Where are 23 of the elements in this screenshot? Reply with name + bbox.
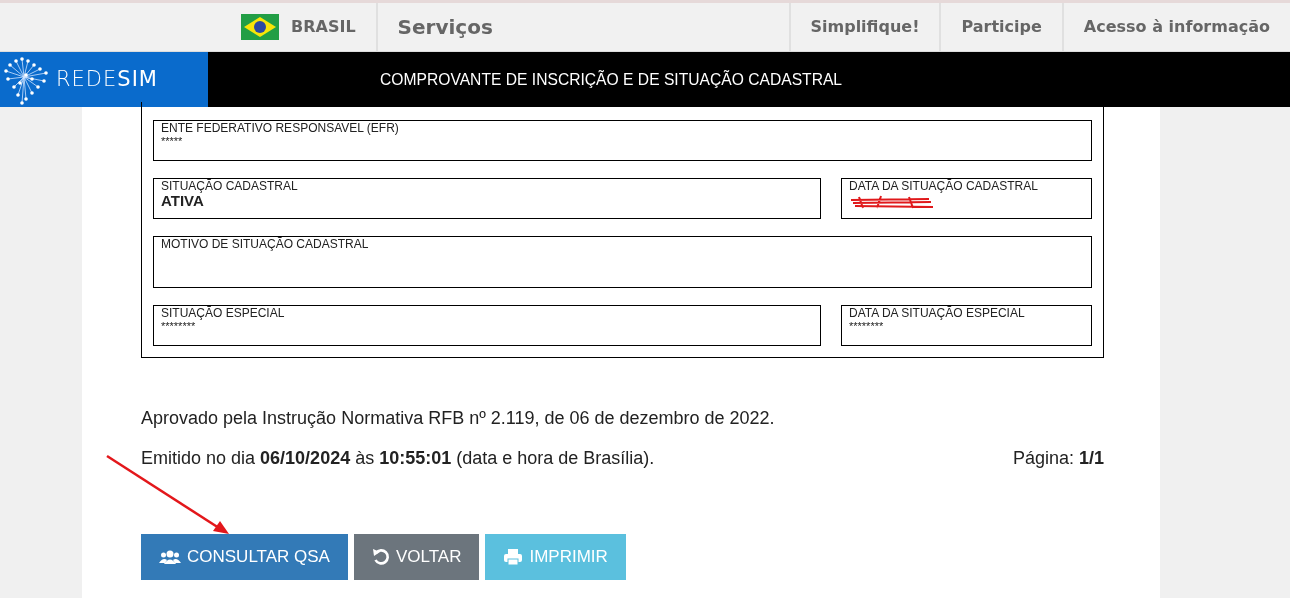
field-label: MOTIVO DE SITUAÇÃO CADASTRAL (161, 238, 370, 251)
country-link[interactable]: BRASIL (291, 15, 356, 39)
approval-text: Aprovado pela Instrução Normativa RFB nº 2.119, de 06 de dezembro de 2022. (141, 407, 776, 430)
field-value: ******** (849, 320, 885, 333)
field-value: ******** (161, 320, 197, 333)
field-label: DATA DA SITUAÇÃO ESPECIAL (849, 307, 1026, 320)
field-label: SITUAÇÃO CADASTRAL (161, 180, 299, 193)
printer-icon (503, 548, 524, 566)
people-icon (159, 549, 181, 565)
issued-text: Emitido no dia 06/10/2024 às 10:55:01 (data e hora de Brasília). (141, 447, 655, 470)
page-title: COMPROVANTE DE INSCRIÇÃO E DE SITUAÇÃO CADASTRAL (379, 68, 843, 91)
query-button[interactable]: CONSULTAR QSA (141, 534, 348, 580)
back-button[interactable]: VOLTAR (353, 534, 480, 580)
page-number: Página: 1/1 (1012, 447, 1104, 470)
field-label: DATA DA SITUAÇÃO CADASTRAL (849, 180, 1039, 193)
field-label: SITUAÇÃO ESPECIAL (161, 307, 286, 320)
field-value: ***** (161, 135, 184, 148)
map-dots-icon (2, 54, 50, 105)
undo-icon (371, 548, 390, 566)
field-label: ENTE FEDERATIVO RESPONSAVEL (EFR) (161, 122, 400, 135)
field-value: ATIVA (161, 193, 204, 209)
logo-text: REDESIM (56, 65, 158, 93)
flag-icon (241, 14, 279, 40)
